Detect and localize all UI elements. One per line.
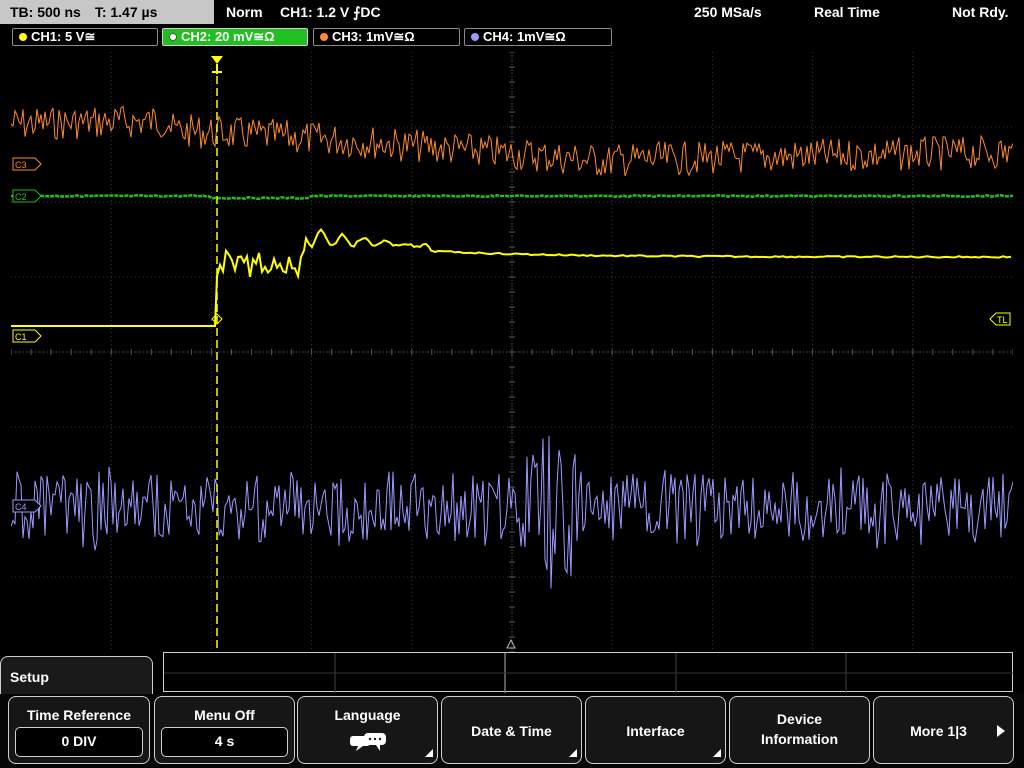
waveform-display[interactable]: C3 C2 C1 C4 TL [10, 51, 1014, 653]
timebase-panel[interactable]: TB: 500 ns T: 1.47 µs [0, 0, 214, 24]
trigger-mode[interactable]: Norm [226, 0, 263, 24]
language-softkey[interactable]: Language [297, 696, 438, 764]
ch3-marker-label: C3 [15, 160, 27, 170]
sample-rate: 250 MSa/s [694, 4, 762, 20]
ch3-label: CH3: 1mV≅Ω [332, 29, 415, 44]
menu-off-softkey[interactable]: Menu Off 4 s [154, 696, 295, 764]
date-time-softkey[interactable]: Date & Time [441, 696, 582, 764]
menu-off-label: Menu Off [194, 707, 255, 723]
ch1-dot-icon [19, 33, 27, 41]
ch2-dot-icon [169, 33, 177, 41]
time-reference-softkey[interactable]: Time Reference 0 DIV [8, 696, 150, 764]
ch2-label: CH2: 20 mV≅Ω [181, 29, 275, 44]
more-softkey[interactable]: More 1|3 [873, 696, 1014, 764]
zoom-overview-panel [163, 652, 1014, 693]
submenu-corner-icon [425, 749, 433, 757]
ch3-dot-icon [320, 33, 328, 41]
ch2-ground-marker[interactable]: C2 [12, 189, 42, 203]
time-reference-value: 0 DIV [15, 727, 143, 757]
more-label: More 1|3 [910, 723, 967, 739]
acquisition-state: Not Rdy. [952, 4, 1009, 20]
submenu-corner-icon [713, 749, 721, 757]
trigger-time-value: T: 1.47 µs [94, 4, 158, 20]
ch4-ground-marker[interactable]: C4 [12, 499, 42, 513]
softkey-bar: Time Reference 0 DIV Menu Off 4 s Langua… [0, 694, 1024, 768]
date-time-label: Date & Time [471, 723, 552, 739]
menu-off-value: 4 s [161, 727, 288, 757]
ch4-marker-label: C4 [15, 502, 27, 512]
channel-1-button[interactable]: CH1: 5 V≅ [12, 28, 158, 46]
device-information-label: Device Information [761, 711, 838, 747]
status-bar: TB: 500 ns T: 1.47 µs Norm CH1: 1.2 V ⨍DC… [0, 0, 1024, 24]
trigger-info[interactable]: CH1: 1.2 V ⨍DC [280, 0, 381, 24]
overview-svg [164, 653, 1014, 693]
ch2-marker-label: C2 [15, 192, 27, 202]
trigger-level-label: TL [997, 315, 1008, 325]
interface-softkey[interactable]: Interface [585, 696, 726, 764]
acquisition-mode: Real Time [814, 4, 880, 20]
device-information-softkey[interactable]: Device Information [729, 696, 870, 764]
channel-2-button[interactable]: CH2: 20 mV≅Ω [162, 28, 308, 46]
channel-3-button[interactable]: CH3: 1mV≅Ω [313, 28, 460, 46]
timebase-value: TB: 500 ns [10, 4, 81, 20]
ch1-label: CH1: 5 V≅ [31, 29, 96, 44]
channel-bar: CH1: 5 V≅ CH2: 20 mV≅Ω CH3: 1mV≅Ω CH4: 1… [0, 26, 1024, 48]
menu-title: Setup [0, 656, 153, 696]
ch4-dot-icon [471, 33, 479, 41]
ch3-ground-marker[interactable]: C3 [12, 157, 42, 171]
ch4-label: CH4: 1mV≅Ω [483, 29, 566, 44]
play-arrow-icon [997, 725, 1005, 737]
waveform-svg: C3 C2 C1 C4 TL [10, 51, 1014, 653]
time-reference-label: Time Reference [26, 707, 131, 723]
interface-label: Interface [626, 723, 685, 739]
speech-bubbles-icon [348, 731, 388, 756]
submenu-corner-icon [569, 749, 577, 757]
ch1-marker-label: C1 [15, 332, 27, 342]
channel-4-button[interactable]: CH4: 1mV≅Ω [464, 28, 612, 46]
language-label: Language [334, 707, 401, 723]
ch1-ground-marker[interactable]: C1 [12, 329, 42, 343]
